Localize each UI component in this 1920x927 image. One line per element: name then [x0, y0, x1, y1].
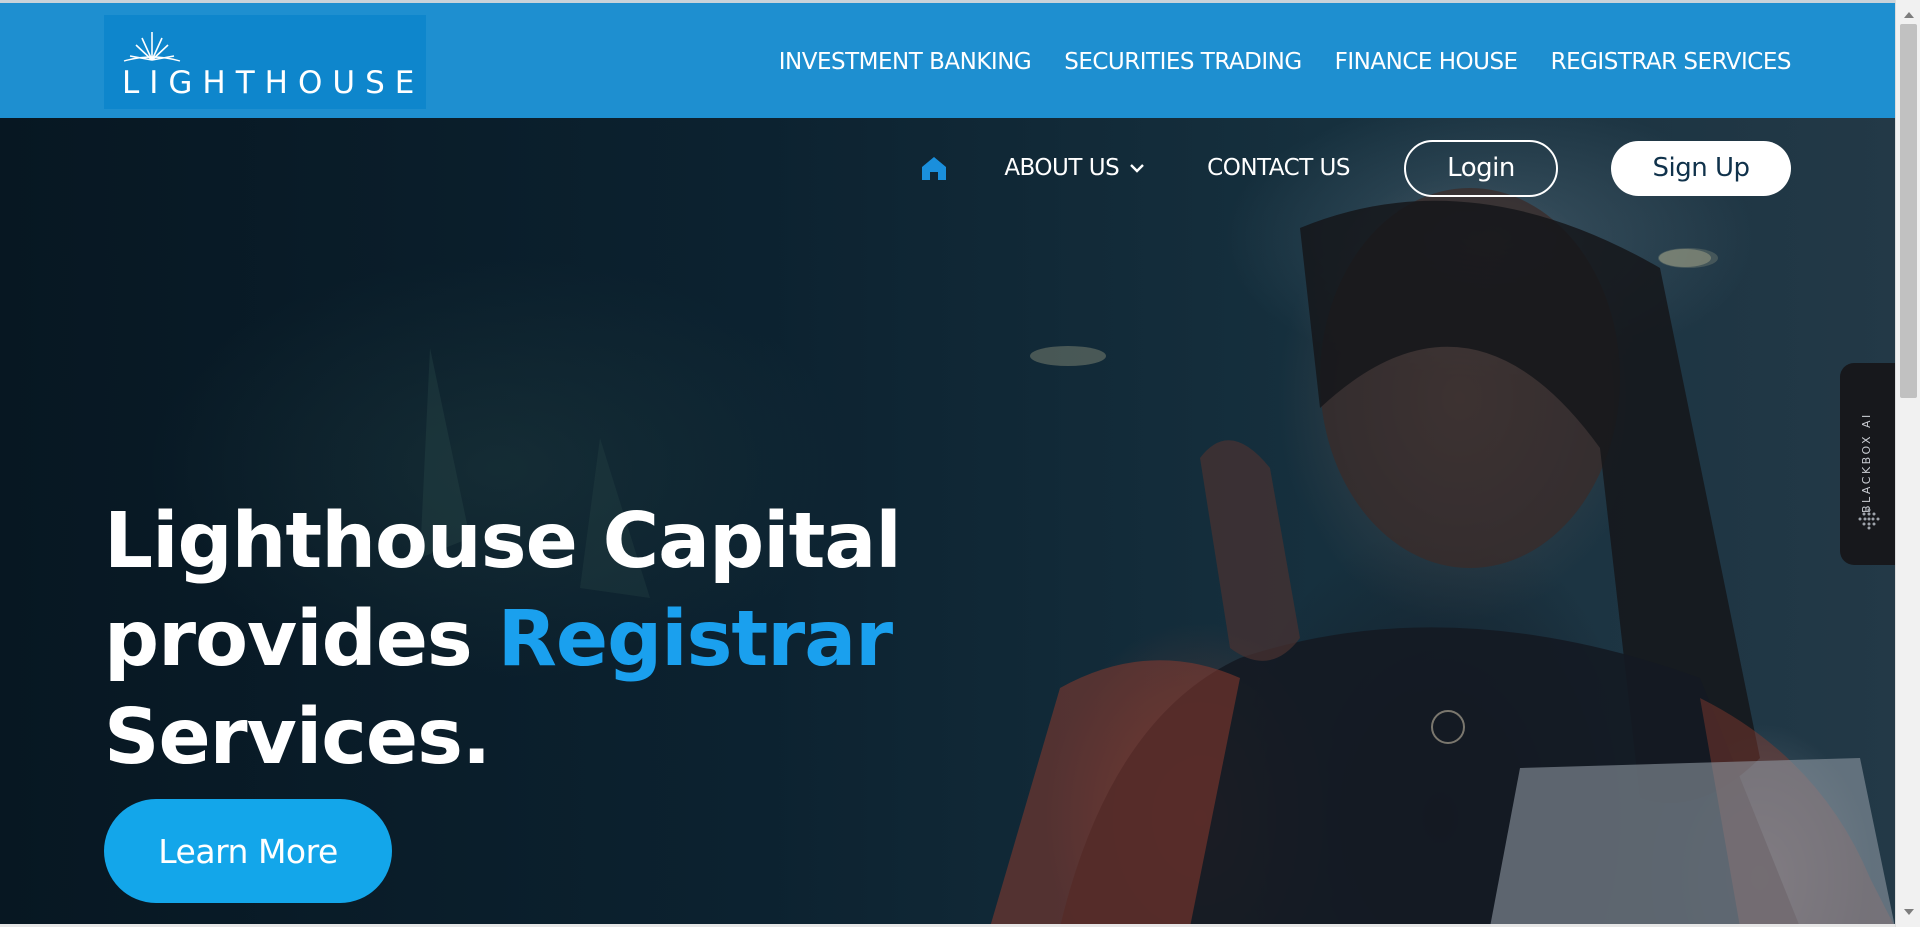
- scrollbar-thumb[interactable]: [1900, 24, 1917, 398]
- about-us-menu[interactable]: ABOUT US: [1004, 155, 1145, 181]
- chevron-down-icon: [1130, 164, 1145, 173]
- nav-registrar-services[interactable]: REGISTRAR SERVICES: [1551, 49, 1792, 75]
- about-us-label: ABOUT US: [1004, 155, 1120, 181]
- scroll-down-icon[interactable]: [1896, 904, 1920, 921]
- headline-line3: Services.: [104, 693, 491, 782]
- signup-button[interactable]: Sign Up: [1611, 140, 1791, 196]
- home-icon[interactable]: [919, 153, 949, 183]
- logo-text: LIGHTHOUSE: [122, 65, 425, 101]
- nav-investment-banking[interactable]: INVESTMENT BANKING: [779, 49, 1032, 75]
- top-header: LIGHTHOUSE INVESTMENT BANKING SECURITIES…: [0, 0, 1895, 118]
- blackbox-ai-label: BLACKBOX AI: [1860, 412, 1873, 513]
- hero-nav: ABOUT US CONTACT US Login Sign Up: [919, 138, 1791, 198]
- nav-finance-house[interactable]: FINANCE HOUSE: [1335, 49, 1518, 75]
- login-button[interactable]: Login: [1404, 139, 1558, 197]
- nav-securities-trading[interactable]: SECURITIES TRADING: [1064, 49, 1302, 75]
- lighthouse-logo[interactable]: LIGHTHOUSE: [104, 15, 426, 109]
- scroll-up-icon[interactable]: [1896, 6, 1920, 23]
- learn-more-button[interactable]: Learn More: [104, 799, 392, 903]
- headline-line2-prefix: provides: [104, 595, 473, 684]
- page-scrollbar[interactable]: [1895, 0, 1920, 927]
- top-nav: INVESTMENT BANKING SECURITIES TRADING FI…: [779, 3, 1792, 121]
- blackbox-ai-widget[interactable]: BLACKBOX AI: [1840, 363, 1895, 565]
- contact-us-link[interactable]: CONTACT US: [1207, 155, 1350, 181]
- hero-headline: Lighthouse Capital provides Registrar Se…: [104, 493, 1004, 787]
- blackbox-dots-icon: [1858, 508, 1880, 530]
- headline-accent-word: Registrar: [497, 595, 894, 684]
- hero-section: ABOUT US CONTACT US Login Sign Up Lighth…: [0, 118, 1895, 927]
- headline-line1: Lighthouse Capital: [104, 497, 902, 586]
